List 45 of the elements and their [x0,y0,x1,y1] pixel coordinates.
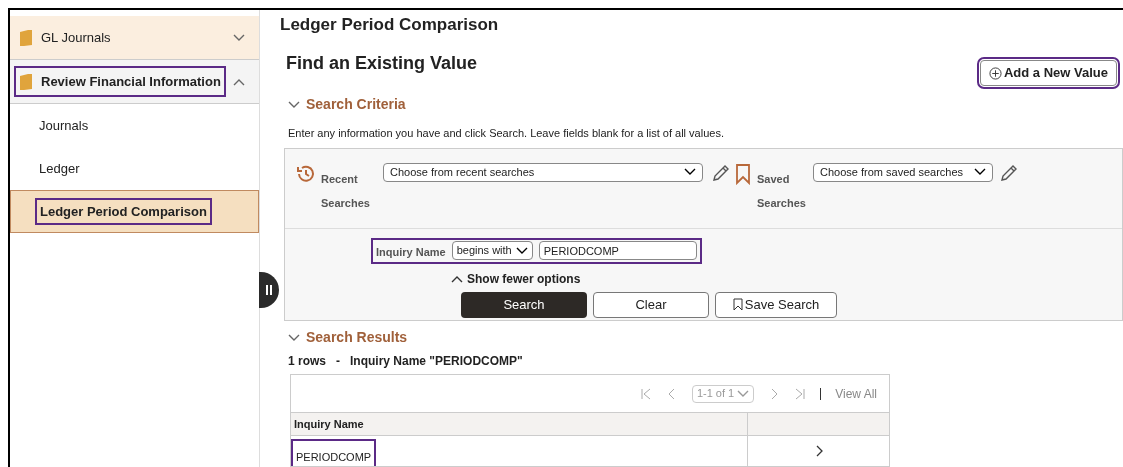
folder-icon [19,28,33,47]
column-header: Inquiry Name [291,413,748,435]
sidebar-folder[interactable]: Review Financial Information [10,60,259,104]
sidebar-folder[interactable]: GL Journals [10,16,259,60]
search-button[interactable]: Search [461,291,587,318]
chevron-icon [684,168,696,176]
add-button[interactable]: Add a New Value [979,60,1117,86]
saved-label: Saved [757,171,791,187]
recent-label: Recent [321,171,359,187]
recent-label: Searches [321,195,371,211]
recent-searches-select[interactable]: Choose from recent searches [383,162,703,182]
chevron-icon [233,77,245,86]
instructions-text: Enter any information you have and click Search. Leave fields blank for a list of all values. [288,126,725,141]
page-title: Ledger Period Comparison [280,14,500,36]
chevron-icon [974,168,986,176]
results-summary: 1 rows - Inquiry Name "PERIODCOMP" [288,353,524,370]
chevron-right-icon[interactable] [814,445,823,457]
collapse-handle[interactable] [259,272,279,308]
filter-label: Inquiry Name [376,245,446,261]
pause-icon [266,285,272,295]
folder-icon [19,72,33,91]
saved-searches-select[interactable]: Choose from saved searches [813,162,993,182]
section-heading: Find an Existing Value [286,52,478,75]
bookmark-icon [732,298,743,311]
view-all-link[interactable]: View All [835,384,877,403]
chevron-icon [233,33,245,42]
section-title[interactable]: Search Criteria [306,94,406,115]
saved-label: Searches [757,195,807,211]
bookmark-icon [733,162,753,185]
section-title[interactable]: Search Results [306,327,408,348]
folder-label: Review Financial Information [41,72,221,91]
toggle-link[interactable]: Show fewer options [467,269,581,288]
chevron-icon [737,389,750,398]
folder-label: GL Journals [41,28,111,47]
sidebar-item[interactable]: Ledger [10,147,259,190]
operator-select[interactable]: begins with [451,241,533,260]
inquiry-name-field[interactable]: PERIODCOMP [538,241,697,260]
table-cell[interactable]: PERIODCOMP [291,438,377,466]
clear-button[interactable]: Clear [593,291,709,318]
chevron-icon [451,274,463,283]
chevron-icon [515,246,528,255]
save-search-button[interactable]: Save Search [715,291,837,318]
plus-circle-icon [988,66,1002,80]
sidebar-item[interactable]: Ledger Period Comparison [10,190,259,233]
sidebar-item[interactable]: Journals [10,104,259,147]
